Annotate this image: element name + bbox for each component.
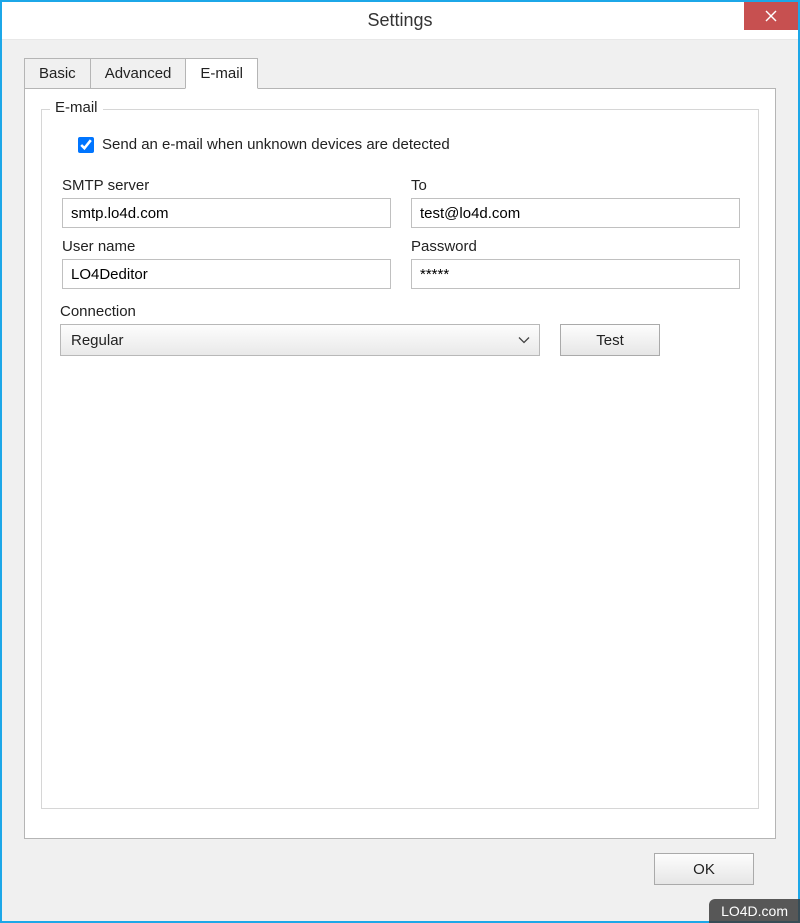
connection-row: Connection Regular Test — [60, 303, 740, 356]
smtp-label: SMTP server — [62, 177, 391, 194]
dialog-footer: OK — [24, 839, 776, 901]
close-icon — [765, 10, 777, 22]
connection-value: Regular — [71, 332, 124, 349]
ok-button[interactable]: OK — [654, 853, 754, 885]
watermark: LO4D.com — [709, 899, 800, 923]
content-area: Basic Advanced E-mail E-mail Send an e-m… — [2, 40, 798, 921]
tab-basic[interactable]: Basic — [24, 58, 91, 89]
username-input[interactable] — [62, 259, 391, 289]
to-label: To — [411, 177, 740, 194]
tab-bar: Basic Advanced E-mail — [24, 58, 776, 89]
send-email-checkbox-row: Send an e-mail when unknown devices are … — [78, 136, 740, 153]
password-label: Password — [411, 238, 740, 255]
field-grid: SMTP server To User name Password — [62, 171, 740, 289]
smtp-input[interactable] — [62, 198, 391, 228]
username-label: User name — [62, 238, 391, 255]
password-input[interactable] — [411, 259, 740, 289]
settings-window: Settings Basic Advanced E-mail E-mail Se… — [0, 0, 800, 923]
connection-select[interactable]: Regular — [60, 324, 540, 356]
close-button[interactable] — [744, 2, 798, 30]
test-button[interactable]: Test — [560, 324, 660, 356]
connection-label: Connection — [60, 303, 740, 320]
tab-panel-email: E-mail Send an e-mail when unknown devic… — [24, 88, 776, 839]
titlebar: Settings — [2, 2, 798, 40]
groupbox-title: E-mail — [50, 99, 103, 116]
send-email-label: Send an e-mail when unknown devices are … — [102, 136, 450, 153]
tab-advanced[interactable]: Advanced — [90, 58, 187, 89]
send-email-checkbox[interactable] — [78, 137, 94, 153]
email-groupbox: E-mail Send an e-mail when unknown devic… — [41, 109, 759, 809]
window-title: Settings — [367, 10, 432, 31]
connection-select-wrap[interactable]: Regular — [60, 324, 540, 356]
tab-email[interactable]: E-mail — [185, 58, 258, 89]
to-input[interactable] — [411, 198, 740, 228]
